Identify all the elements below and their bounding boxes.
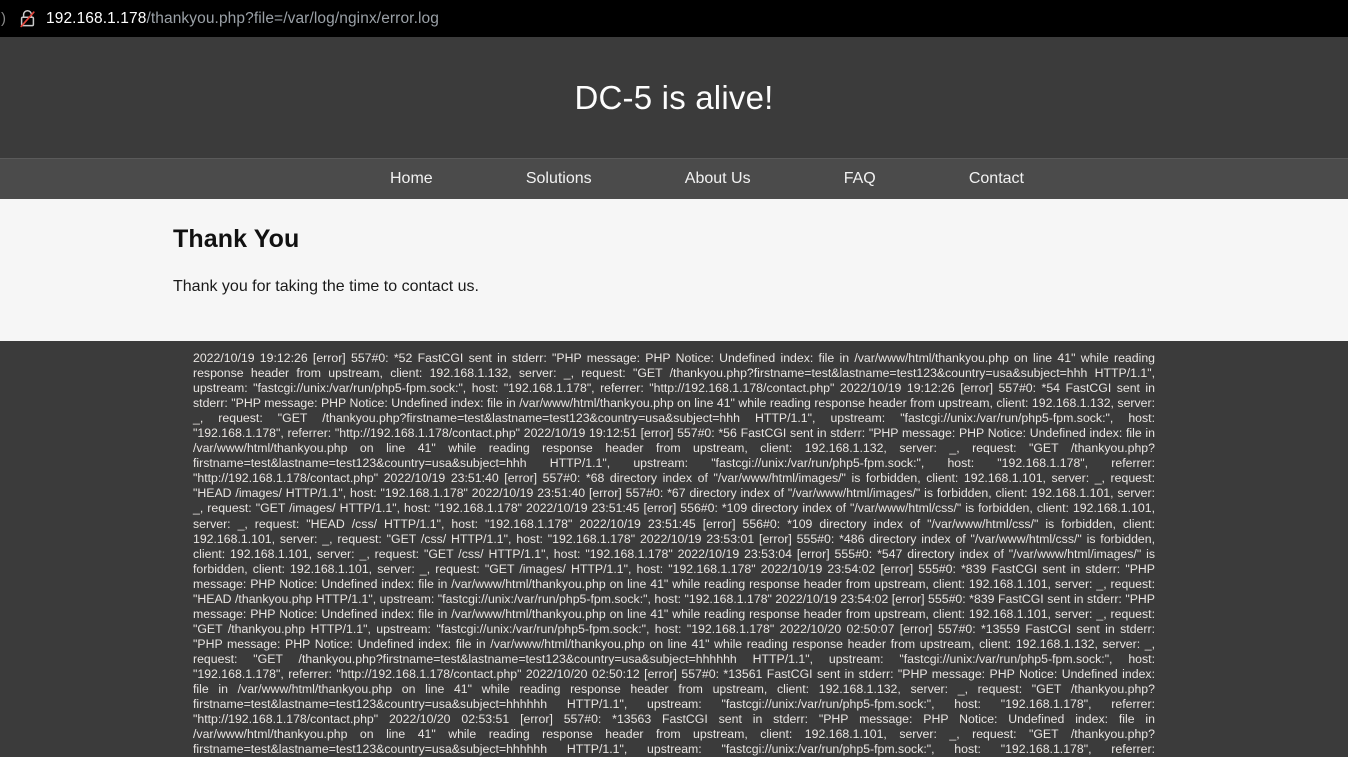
not-secure-lock-icon[interactable]: [14, 6, 40, 32]
thank-you-section: Thank You Thank you for taking the time …: [0, 199, 1348, 341]
nav-item-solutions[interactable]: Solutions: [526, 170, 592, 188]
nav-item-contact[interactable]: Contact: [969, 170, 1024, 188]
nav-item-about-us[interactable]: About Us: [685, 170, 751, 188]
url-text[interactable]: 192.168.1.178/thankyou.php?file=/var/log…: [40, 10, 439, 28]
nav-list: Home Solutions About Us FAQ Contact: [304, 170, 1044, 188]
nav-item-home[interactable]: Home: [390, 170, 433, 188]
content-container: Thank You Thank you for taking the time …: [171, 225, 1177, 296]
browser-url-bar[interactable]: ) 192.168.1.178/thankyou.php?file=/var/l…: [0, 0, 1348, 37]
url-host: 192.168.1.178: [46, 9, 147, 27]
site-header: DC-5 is alive!: [0, 37, 1348, 158]
site-title: DC-5 is alive!: [574, 78, 774, 116]
page-title: Thank You: [173, 225, 300, 253]
included-log-output: 2022/10/19 19:12:26 [error] 557#0: *52 F…: [0, 341, 1348, 757]
nav-item-faq[interactable]: FAQ: [844, 170, 876, 188]
nav-link-solutions[interactable]: Solutions: [526, 170, 592, 187]
url-path: /thankyou.php?file=/var/log/nginx/error.…: [146, 9, 439, 27]
nav-link-about-us[interactable]: About Us: [685, 170, 751, 187]
page-subtext: Thank you for taking the time to contact…: [173, 278, 479, 295]
nav-link-contact[interactable]: Contact: [969, 170, 1024, 187]
nav-link-faq[interactable]: FAQ: [844, 170, 876, 187]
browser-chrome-edge: ): [1, 11, 6, 26]
log-text: 2022/10/19 19:12:26 [error] 557#0: *52 F…: [193, 351, 1155, 757]
nav-link-home[interactable]: Home: [390, 170, 433, 187]
main-navigation: Home Solutions About Us FAQ Contact: [0, 158, 1348, 199]
